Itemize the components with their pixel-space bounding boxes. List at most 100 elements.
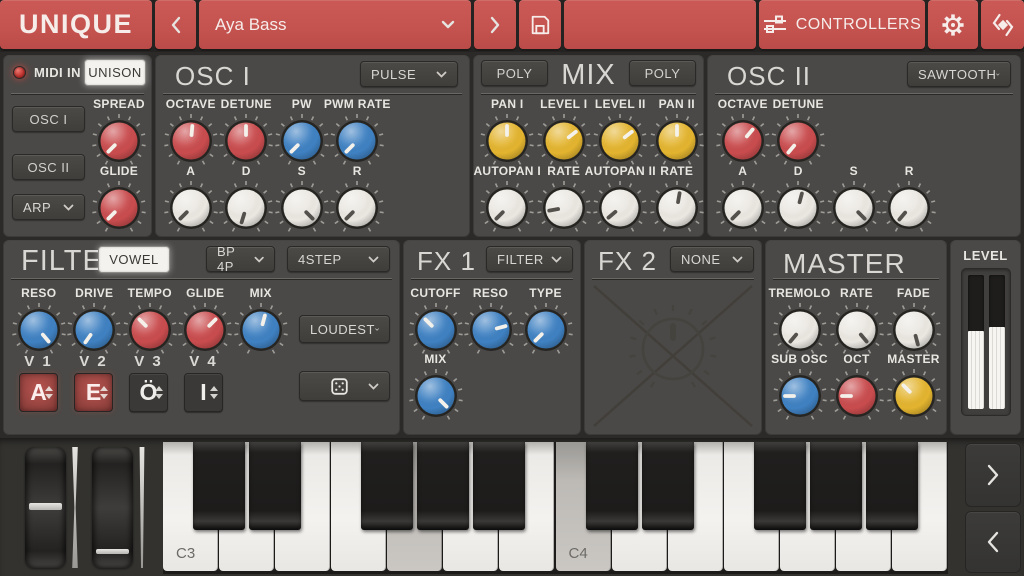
reso-knob-dial[interactable]	[462, 301, 520, 359]
preset-selector[interactable]: Aya Bass	[199, 0, 471, 49]
sub-osc-knob-dial[interactable]	[771, 367, 829, 425]
d-knob-dial[interactable]	[769, 179, 827, 237]
black-key[interactable]	[585, 442, 638, 530]
glide-knob-dial[interactable]	[90, 179, 148, 237]
tempo-knob-dial[interactable]	[121, 301, 179, 359]
black-key[interactable]	[865, 442, 918, 530]
fade-knob-dial[interactable]	[885, 301, 943, 359]
osc1-toggle-button[interactable]: OSC I	[12, 106, 85, 132]
preset-next-button[interactable]	[474, 0, 516, 49]
mod-wheel[interactable]	[92, 447, 133, 568]
vowel-value-stepper[interactable]: I	[184, 373, 223, 412]
pan-ii-knob-dial[interactable]	[648, 112, 706, 170]
vowel-value-stepper[interactable]: A	[19, 373, 58, 412]
spread-knob-dial[interactable]	[90, 112, 148, 170]
octave-knob-dial[interactable]	[162, 112, 220, 170]
octave-knob-dial[interactable]	[714, 112, 772, 170]
autopan-i-knob-dial[interactable]	[478, 179, 536, 237]
d-knob: D	[219, 164, 275, 237]
save-preset-button[interactable]	[519, 0, 561, 49]
pwm-rate-knob-dial[interactable]	[328, 112, 386, 170]
black-key[interactable]	[809, 442, 862, 530]
vowel-value-stepper[interactable]: E	[74, 373, 113, 412]
vowel-value-stepper[interactable]: Ö	[129, 373, 168, 412]
controllers-button[interactable]: CONTROLLERS	[759, 0, 925, 49]
s-knob-dial[interactable]	[825, 179, 883, 237]
stepper-arrows-icon[interactable]	[45, 374, 53, 411]
fx1-title: FX 1	[417, 246, 476, 276]
type-knob-dial[interactable]	[517, 301, 575, 359]
knob-label: MIX	[424, 352, 447, 366]
tremolo-knob-dial[interactable]	[771, 301, 829, 359]
knob-label: RESO	[472, 286, 509, 300]
black-key[interactable]	[249, 442, 302, 530]
black-key[interactable]	[753, 442, 806, 530]
preset-prev-button[interactable]	[155, 0, 196, 49]
level-i-knob-dial[interactable]	[535, 112, 593, 170]
filter-mode-dropdown[interactable]: BP 4P	[206, 244, 275, 274]
midi-in-label: MIDI IN	[34, 65, 81, 80]
autopan-i-knob: AUTOPAN I	[473, 164, 541, 237]
chevron-left-icon	[171, 16, 180, 33]
a-knob-dial[interactable]	[162, 179, 220, 237]
r-knob: R	[882, 164, 938, 237]
arp-dropdown[interactable]: ARP	[12, 194, 85, 220]
octave-up-button[interactable]	[965, 443, 1021, 507]
detune-knob-dial[interactable]	[217, 112, 275, 170]
black-key[interactable]	[473, 442, 526, 530]
stepper-arrows-icon[interactable]	[100, 374, 108, 411]
rate-knob-dial[interactable]	[828, 301, 886, 359]
knob-label: SUB OSC	[771, 352, 828, 366]
dice-icon	[330, 377, 348, 395]
cutoff-knob-dial[interactable]	[407, 301, 465, 359]
level-ii-knob-dial[interactable]	[591, 112, 649, 170]
osc2-toggle-button[interactable]: OSC II	[12, 154, 85, 180]
knob-label: D	[241, 164, 251, 178]
autopan-ii-knob-dial[interactable]	[591, 179, 649, 237]
reso-knob-dial[interactable]	[10, 301, 68, 359]
pw-knob-dial[interactable]	[273, 112, 331, 170]
a-knob-dial[interactable]	[714, 179, 772, 237]
tremolo-knob: TREMOLO	[768, 286, 830, 359]
fx1-type-dropdown[interactable]: FILTER	[486, 246, 573, 272]
filter-step-dropdown[interactable]: 4STEP	[287, 246, 390, 272]
mix-poly-right-button[interactable]: POLY	[629, 60, 696, 86]
brand-button[interactable]	[981, 0, 1024, 49]
ghost-knob-dial	[629, 305, 717, 388]
black-key[interactable]	[417, 442, 470, 530]
unison-button[interactable]: UNISON	[84, 59, 146, 86]
black-key[interactable]	[641, 442, 694, 530]
settings-button[interactable]	[928, 0, 978, 49]
black-key[interactable]	[361, 442, 414, 530]
vowel-random-dropdown[interactable]	[299, 371, 390, 401]
knob-label: DETUNE	[220, 97, 272, 111]
detune-knob-dial[interactable]	[769, 112, 827, 170]
fx2-type-dropdown[interactable]: NONE	[670, 246, 754, 272]
vowel-sort-dropdown[interactable]: LOUDEST	[299, 315, 390, 343]
osc2-waveform-dropdown[interactable]: SAWTOOTH	[907, 61, 1011, 87]
stepper-arrows-icon[interactable]	[155, 374, 163, 411]
app-logo: UNIQUE	[0, 0, 152, 49]
glide-knob: GLIDE	[90, 164, 148, 237]
rate-knob-dial[interactable]	[535, 179, 593, 237]
glide-knob-dial[interactable]	[176, 301, 234, 359]
drive-knob-dial[interactable]	[65, 301, 123, 359]
oct-knob-dial[interactable]	[828, 367, 886, 425]
r-knob-dial[interactable]	[880, 179, 938, 237]
vowel-mode-button[interactable]: VOWEL	[98, 246, 170, 273]
mix-knob-dial[interactable]	[232, 301, 290, 359]
octave-down-button[interactable]	[965, 511, 1021, 573]
r-knob-dial[interactable]	[328, 179, 386, 237]
d-knob-dial[interactable]	[217, 179, 275, 237]
pan-i-knob-dial[interactable]	[478, 112, 536, 170]
glide-knob: GLIDE	[178, 286, 234, 359]
black-key[interactable]	[193, 442, 246, 530]
stepper-arrows-icon[interactable]	[210, 374, 218, 411]
osc1-waveform-dropdown[interactable]: PULSE	[360, 61, 458, 87]
mix-knob-dial[interactable]	[407, 367, 465, 425]
rate-knob-dial[interactable]	[648, 179, 706, 237]
s-knob-dial[interactable]	[273, 179, 331, 237]
knob-label: AUTOPAN II	[584, 164, 656, 178]
pitch-wheel[interactable]	[25, 447, 66, 568]
master-knob-dial[interactable]	[885, 367, 943, 425]
